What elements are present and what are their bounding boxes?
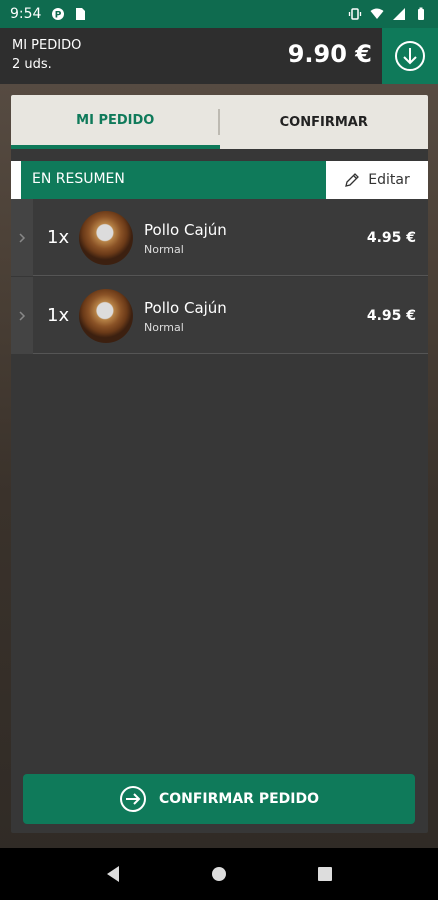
summary-label: EN RESUMEN <box>32 171 125 187</box>
tab-confirmar[interactable]: CONFIRMAR <box>220 95 429 149</box>
confirm-order-button[interactable]: CONFIRMAR PEDIDO <box>23 774 415 824</box>
arrow-right-circle-icon <box>119 786 146 812</box>
order-title: MI PEDIDO <box>12 38 82 53</box>
tab-divider <box>218 109 220 135</box>
list-item[interactable]: 1x Pollo Cajún Normal 4.95 € <box>11 277 428 354</box>
system-nav-bar <box>0 848 438 900</box>
status-bar: 9:54 P <box>0 0 438 28</box>
wifi-icon <box>370 8 384 19</box>
list-item[interactable]: 1x Pollo Cajún Normal 4.95 € <box>11 199 428 276</box>
recents-icon[interactable] <box>317 866 333 882</box>
notification-icon: P <box>52 8 65 21</box>
svg-text:P: P <box>55 11 62 21</box>
signal-icon <box>393 8 405 20</box>
back-icon[interactable] <box>105 865 121 883</box>
item-price: 4.95 € <box>366 308 416 324</box>
summary-accent <box>11 161 21 199</box>
item-thumbnail <box>79 289 133 343</box>
item-name: Pollo Cajún <box>144 221 227 239</box>
edit-button[interactable]: Editar <box>326 161 428 199</box>
item-quantity: 1x <box>47 227 70 248</box>
sim-card-icon <box>76 8 86 20</box>
tab-mi-pedido[interactable]: MI PEDIDO <box>11 95 220 149</box>
summary-header: EN RESUMEN Editar <box>11 161 428 199</box>
item-name: Pollo Cajún <box>144 299 227 317</box>
item-price: 4.95 € <box>366 230 416 246</box>
tab-bar: MI PEDIDO CONFIRMAR <box>11 95 428 149</box>
chevron-right-icon <box>19 310 26 321</box>
order-total: 9.90 € <box>287 40 372 68</box>
battery-icon <box>418 7 424 20</box>
order-units: 2 uds. <box>12 57 52 72</box>
order-panel: MI PEDIDO CONFIRMAR EN RESUMEN Editar 1x… <box>11 95 428 833</box>
item-thumbnail <box>79 211 133 265</box>
vibrate-icon <box>348 8 362 20</box>
confirm-order-label: CONFIRMAR PEDIDO <box>158 791 320 807</box>
edit-label: Editar <box>368 172 410 188</box>
item-variant: Normal <box>144 243 184 256</box>
status-time: 9:54 <box>10 6 42 22</box>
expand-order-button[interactable] <box>382 28 438 84</box>
arrow-down-circle-icon <box>395 41 425 71</box>
chevron-right-icon <box>19 232 26 243</box>
item-variant: Normal <box>144 321 184 334</box>
item-quantity: 1x <box>47 305 70 326</box>
pencil-icon <box>345 173 360 187</box>
home-icon[interactable] <box>211 866 227 882</box>
order-summary-bar: MI PEDIDO 2 uds. 9.90 € <box>0 28 438 84</box>
